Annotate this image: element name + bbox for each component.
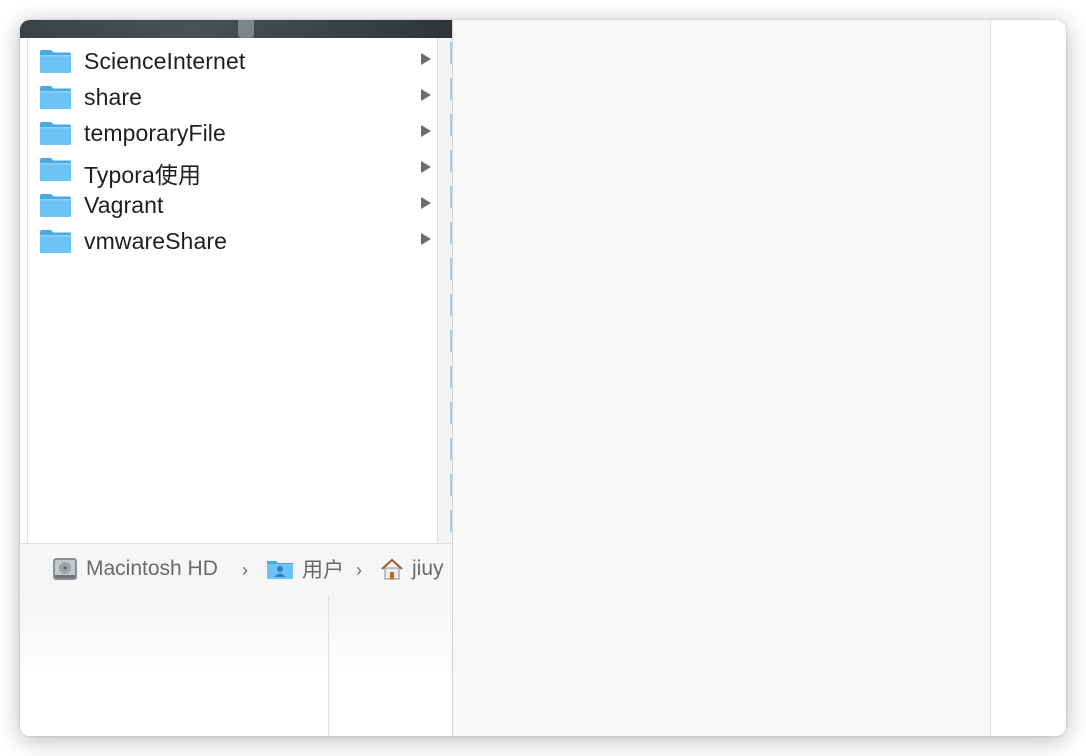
folder-row[interactable]: temporaryFile (28, 114, 437, 150)
folder-name: ScienceInternet (84, 48, 246, 74)
breadcrumb-separator: › (242, 560, 248, 580)
folder-name: vmwareShare (84, 228, 227, 254)
breadcrumb-separator: › (356, 560, 362, 580)
breadcrumb-users[interactable]: 用户 (266, 554, 344, 584)
title-bar (20, 20, 452, 38)
folder-row[interactable]: vmwareShare (28, 222, 437, 258)
folder-icon (40, 230, 71, 253)
breadcrumb-home[interactable]: jiuy (380, 554, 444, 584)
breadcrumb-home-label: jiuy (412, 557, 444, 580)
folder-icon (40, 122, 71, 145)
hard-drive-icon (53, 558, 77, 580)
background-window (20, 594, 452, 736)
home-icon (381, 558, 403, 580)
scroll-knob[interactable] (238, 20, 254, 38)
next-column-strip[interactable] (438, 38, 452, 543)
disclosure-chevron-icon (421, 53, 431, 65)
folder-name: Typora使用 (84, 162, 202, 188)
users-folder-icon (267, 561, 293, 579)
breadcrumb-disk[interactable]: Macintosh HD (52, 554, 218, 584)
folder-icon (40, 158, 71, 181)
disclosure-chevron-icon (421, 233, 431, 245)
folder-list: ScienceInternet share temporaryFile Typo… (28, 42, 437, 258)
folder-row[interactable]: ScienceInternet (28, 42, 437, 78)
disclosure-chevron-icon (421, 89, 431, 101)
disclosure-chevron-icon (421, 161, 431, 173)
disclosure-chevron-icon (421, 125, 431, 137)
window-frame: ScienceInternet share temporaryFile Typo… (20, 20, 1066, 736)
folder-row[interactable]: Typora使用 (28, 150, 437, 188)
disclosure-chevron-icon (421, 197, 431, 209)
path-bar: Macintosh HD › 用户 › jiuy (20, 543, 452, 595)
folder-row[interactable]: share (28, 78, 437, 114)
folder-name: share (84, 84, 143, 110)
folder-icon (40, 194, 71, 217)
folder-name: temporaryFile (84, 120, 226, 146)
folder-name: Vagrant (84, 192, 164, 218)
background-column-divider (328, 594, 329, 736)
folder-icon (40, 86, 71, 109)
finder-column-view: ScienceInternet share temporaryFile Typo… (20, 20, 452, 595)
folder-row[interactable]: Vagrant (28, 186, 437, 222)
preview-pane (452, 20, 991, 736)
folder-icon (40, 50, 71, 73)
breadcrumb-disk-label: Macintosh HD (86, 557, 218, 580)
right-edge-panel (990, 20, 1066, 736)
breadcrumb-users-label: 用户 (302, 559, 344, 582)
